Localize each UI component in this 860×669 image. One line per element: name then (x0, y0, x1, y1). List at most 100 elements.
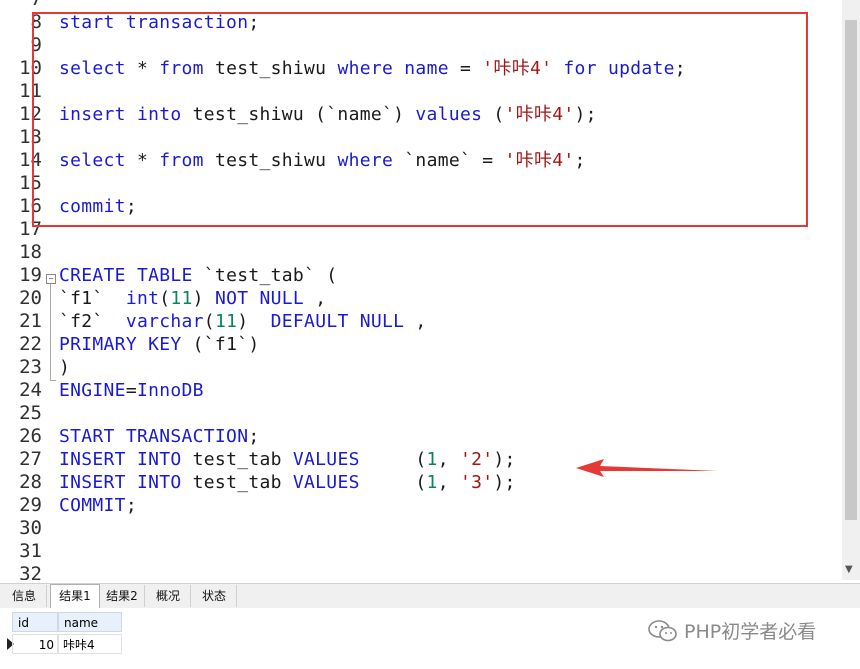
code-token: InnoDB (136, 380, 204, 401)
line-number: 19 (19, 264, 42, 286)
code-token: `f2` (59, 311, 126, 332)
code-token: ( (359, 472, 427, 493)
code-line[interactable]: 18 (0, 241, 842, 264)
code-line[interactable]: 31 (0, 540, 842, 563)
code-token: ( (359, 449, 427, 470)
vertical-scrollbar[interactable]: ▼ (842, 0, 860, 580)
code-token: = (125, 380, 137, 401)
code-token: test_tab (181, 449, 293, 470)
code-token: VALUES (292, 449, 360, 470)
fold-toggle-icon[interactable]: − (46, 274, 56, 284)
line-number: 7 (0, 0, 42, 11)
code-token: `test_tab` ( (192, 265, 338, 286)
code-token: ( (159, 288, 171, 309)
code-token: ENGINE (59, 380, 126, 401)
code-token: 11 (214, 311, 238, 332)
code-token: PRIMARY KEY (59, 334, 182, 355)
fold-guide (50, 284, 51, 380)
code-token: , (437, 472, 460, 493)
code-text: `f1` int(11) NOT NULL , (59, 287, 326, 310)
code-token: VALUES (292, 472, 360, 493)
code-token: , (437, 449, 460, 470)
code-token: ; (248, 426, 260, 447)
tab-overview[interactable]: 概况 (146, 585, 191, 607)
code-token: ( (203, 311, 215, 332)
code-token: CREATE TABLE (59, 265, 193, 286)
code-token: '3' (459, 472, 494, 493)
tab-result2[interactable]: 结果2 (100, 585, 145, 607)
tab-status[interactable]: 状态 (192, 585, 237, 607)
code-line[interactable]: 32 (0, 563, 842, 580)
sql-editor[interactable]: 78start transaction;910select * from tes… (0, 0, 842, 580)
line-number: 27 (19, 448, 42, 470)
scroll-down-icon[interactable]: ▼ (845, 564, 853, 575)
line-number: 23 (19, 356, 42, 378)
tab-info[interactable]: 信息 (2, 585, 47, 607)
cell-name[interactable]: 咔咔4 (58, 634, 122, 654)
line-number: 21 (19, 310, 42, 332)
line-number: 32 (19, 563, 42, 580)
line-number: 25 (19, 402, 42, 424)
line-number: 26 (19, 425, 42, 447)
watermark: PHP初学者必看 (648, 617, 816, 644)
code-token: (`f1`) (181, 334, 260, 355)
annotation-arrow-icon (576, 459, 718, 477)
code-token: , (404, 311, 427, 332)
code-line[interactable]: 20 `f1` int(11) NOT NULL , (0, 287, 842, 310)
code-text: INSERT INTO test_tab VALUES (1, '3'); (59, 471, 516, 494)
code-token: COMMIT (59, 495, 126, 516)
code-text: COMMIT; (59, 494, 137, 517)
code-text: `f2` varchar(11) DEFAULT NULL , (59, 310, 427, 333)
result-tabs: 信息 结果1 结果2 概况 状态 (0, 583, 860, 609)
code-text: INSERT INTO test_tab VALUES (1, '2'); (59, 448, 516, 471)
code-token: START TRANSACTION (59, 426, 249, 447)
line-number: 22 (19, 333, 42, 355)
code-token: DEFAULT NULL (270, 311, 405, 332)
line-number: 24 (19, 379, 42, 401)
code-token: varchar (125, 311, 204, 332)
code-token: , (304, 288, 327, 309)
code-token: 11 (170, 288, 193, 309)
wechat-icon (648, 619, 677, 641)
scrollbar-thumb[interactable] (845, 20, 857, 520)
code-text: ) (59, 356, 70, 379)
code-token: ; (125, 495, 137, 516)
code-token: test_tab (181, 472, 293, 493)
code-line[interactable]: 22 PRIMARY KEY (`f1`) (0, 333, 842, 356)
fold-guide-end (50, 380, 56, 381)
line-number: 31 (19, 540, 42, 562)
code-line[interactable]: 25 (0, 402, 842, 425)
code-token: ); (493, 449, 516, 470)
watermark-text: PHP初学者必看 (684, 621, 817, 643)
code-token: 1 (426, 472, 438, 493)
code-token: INSERT INTO (59, 449, 182, 470)
code-text: START TRANSACTION; (59, 425, 259, 448)
code-token: ) (59, 357, 71, 378)
highlight-box (32, 12, 808, 227)
code-line[interactable]: 21 `f2` varchar(11) DEFAULT NULL , (0, 310, 842, 333)
code-token: 1 (426, 449, 438, 470)
code-token: `f1` (59, 288, 126, 309)
code-line[interactable]: 26 START TRANSACTION; (0, 425, 842, 448)
cell-id[interactable]: 10 (12, 634, 58, 654)
code-token: ) (192, 288, 215, 309)
code-text: ENGINE=InnoDB (59, 379, 204, 402)
code-text: CREATE TABLE `test_tab` ( (59, 264, 337, 287)
code-line[interactable]: 7 (0, 0, 842, 11)
code-line[interactable]: 24 ENGINE=InnoDB (0, 379, 842, 402)
line-number: 30 (19, 517, 42, 539)
code-line[interactable]: 29 COMMIT; (0, 494, 842, 517)
code-token: INSERT INTO (59, 472, 182, 493)
column-header-name[interactable]: name (58, 612, 122, 632)
code-token: NOT NULL (214, 288, 305, 309)
line-number: 29 (19, 494, 42, 516)
line-number: 20 (19, 287, 42, 309)
code-token: int (125, 288, 160, 309)
code-token: '2' (459, 449, 494, 470)
code-line[interactable]: 19 CREATE TABLE `test_tab` ( (0, 264, 842, 287)
code-line[interactable]: 30 (0, 517, 842, 540)
column-header-id[interactable]: id (12, 612, 58, 632)
tab-result1[interactable]: 结果1 (50, 584, 100, 609)
code-line[interactable]: 23) (0, 356, 842, 379)
code-token: ) (237, 311, 271, 332)
